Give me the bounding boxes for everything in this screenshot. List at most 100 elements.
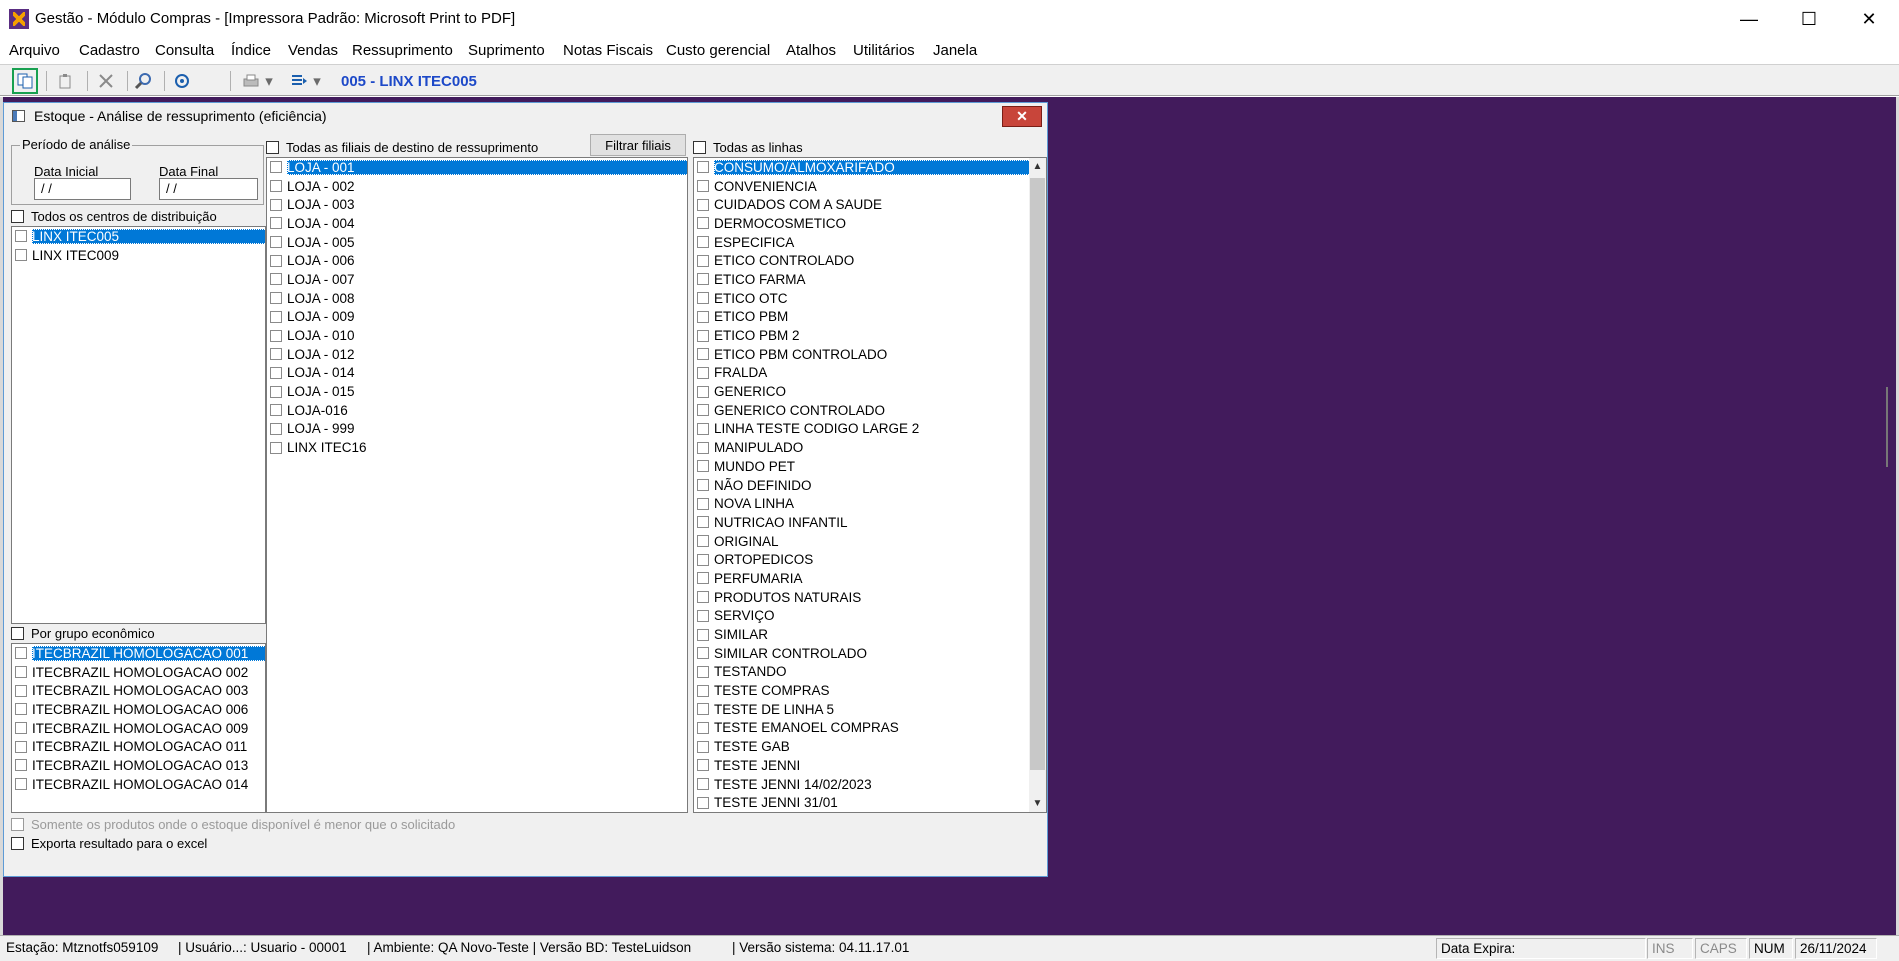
todos-centros-check[interactable]	[11, 210, 24, 223]
list-item[interactable]: SIMILAR CONTROLADO	[694, 644, 1029, 663]
scroll-down-icon[interactable]: ▼	[1029, 795, 1046, 812]
list-item[interactable]: ORIGINAL	[694, 532, 1029, 551]
list-item[interactable]: MUNDO PET	[694, 457, 1029, 476]
list-item[interactable]: LOJA - 006	[267, 251, 687, 270]
menu-cadastro[interactable]: Cadastro	[79, 42, 140, 59]
menu-ressuprimento[interactable]: Ressuprimento	[352, 42, 453, 59]
search-icon[interactable]	[130, 68, 156, 94]
exporta-excel-checkbox[interactable]: Exporta resultado para o excel	[11, 836, 207, 851]
list-item[interactable]: TESTANDO	[694, 663, 1029, 682]
delete-icon[interactable]	[93, 68, 119, 94]
list-item[interactable]: LOJA - 002	[267, 177, 687, 196]
list-item[interactable]: CONSUMO/ALMOXARIFADO	[694, 158, 1046, 177]
printer-icon[interactable]	[238, 68, 264, 94]
list-item[interactable]: LINX ITEC009	[12, 246, 265, 265]
list-item[interactable]: DERMOCOSMETICO	[694, 214, 1029, 233]
list-item[interactable]: ITECBRAZIL HOMOLOGACAO 009	[12, 719, 265, 738]
exporta-excel-check[interactable]	[11, 837, 24, 850]
list-item[interactable]: ETICO OTC	[694, 289, 1029, 308]
list-item[interactable]: TESTE JENNI 31/01	[694, 793, 1029, 812]
list-item[interactable]: CONVENIENCIA	[694, 177, 1029, 196]
list-item[interactable]: LOJA - 005	[267, 233, 687, 252]
list-item[interactable]: LINHA TESTE CODIGO LARGE 2	[694, 420, 1029, 439]
list-item[interactable]: TESTE JENNI	[694, 756, 1029, 775]
todas-linhas-checkbox[interactable]: Todas as linhas	[693, 140, 803, 155]
list-item[interactable]: ITECBRAZIL HOMOLOGACAO 001	[12, 644, 265, 663]
list-item[interactable]: LOJA - 008	[267, 289, 687, 308]
close-button[interactable]: ✕	[1840, 0, 1898, 38]
menu-utilitarios[interactable]: Utilitários	[853, 42, 915, 59]
list-item[interactable]: LINX ITEC005	[12, 227, 265, 246]
list-item[interactable]: PERFUMARIA	[694, 569, 1029, 588]
list-item[interactable]: CUIDADOS COM A SAUDE	[694, 195, 1029, 214]
list-item[interactable]: NOVA LINHA	[694, 494, 1029, 513]
list-item[interactable]: ETICO PBM 2	[694, 326, 1029, 345]
menu-custo-gerencial[interactable]: Custo gerencial	[666, 42, 770, 59]
list-item[interactable]: GENERICO CONTROLADO	[694, 401, 1029, 420]
list-item[interactable]: ITECBRAZIL HOMOLOGACAO 002	[12, 663, 265, 682]
list-item[interactable]: LOJA - 012	[267, 345, 687, 364]
list-item[interactable]: FRALDA	[694, 364, 1029, 383]
todos-centros-checkbox[interactable]: Todos os centros de distribuição	[11, 209, 217, 224]
menu-janela[interactable]: Janela	[933, 42, 977, 59]
minimize-button[interactable]: —	[1720, 0, 1778, 38]
list-item[interactable]: LOJA - 003	[267, 195, 687, 214]
linhas-scrollbar[interactable]: ▲ ▼	[1029, 158, 1046, 812]
list-item[interactable]: ETICO PBM	[694, 308, 1029, 327]
resize-handle[interactable]	[1886, 387, 1892, 467]
list-item[interactable]: ETICO PBM CONTROLADO	[694, 345, 1029, 364]
power-icon[interactable]	[169, 68, 195, 94]
list-item[interactable]: LOJA-016	[267, 401, 687, 420]
list-item[interactable]: LOJA - 999	[267, 420, 687, 439]
menu-suprimento[interactable]: Suprimento	[468, 42, 545, 59]
scroll-thumb[interactable]	[1030, 178, 1045, 770]
list-item[interactable]: ETICO CONTROLADO	[694, 251, 1029, 270]
todas-linhas-check[interactable]	[693, 141, 706, 154]
list-item[interactable]: TESTE JENNI 14/02/2023	[694, 775, 1029, 794]
paste-icon[interactable]	[53, 68, 79, 94]
data-final-input[interactable]: / /	[159, 178, 258, 200]
list-item[interactable]: LOJA - 015	[267, 382, 687, 401]
todas-filiais-checkbox[interactable]: Todas as filiais de destino de ressuprim…	[266, 140, 538, 155]
list-item[interactable]: TESTE EMANOEL COMPRAS	[694, 719, 1029, 738]
filtrar-filiais-button[interactable]: Filtrar filiais	[590, 134, 686, 156]
child-close-button[interactable]: ✕	[1002, 106, 1042, 127]
list-item[interactable]: TESTE GAB	[694, 737, 1029, 756]
grupo-economico-check[interactable]	[11, 627, 24, 640]
list-item[interactable]: LOJA - 009	[267, 308, 687, 327]
list-item[interactable]: LOJA - 004	[267, 214, 687, 233]
data-inicial-input[interactable]: / /	[34, 178, 131, 200]
list-item[interactable]: ITECBRAZIL HOMOLOGACAO 011	[12, 737, 265, 756]
list-item[interactable]: NÃO DEFINIDO	[694, 476, 1029, 495]
menu-consulta[interactable]: Consulta	[155, 42, 214, 59]
list-item[interactable]: TESTE COMPRAS	[694, 681, 1029, 700]
list-item[interactable]: ITECBRAZIL HOMOLOGACAO 003	[12, 681, 265, 700]
list-item[interactable]: LOJA - 001	[267, 158, 687, 177]
list-item[interactable]: ITECBRAZIL HOMOLOGACAO 013	[12, 756, 265, 775]
list-item[interactable]: LOJA - 007	[267, 270, 687, 289]
scroll-up-icon[interactable]: ▲	[1029, 158, 1046, 175]
list-item[interactable]: ITECBRAZIL HOMOLOGACAO 006	[12, 700, 265, 719]
list-item[interactable]: ESPECIFICA	[694, 233, 1029, 252]
list-item[interactable]: ITECBRAZIL HOMOLOGACAO 014	[12, 775, 265, 794]
menu-atalhos[interactable]: Atalhos	[786, 42, 836, 59]
menu-notas-fiscais[interactable]: Notas Fiscais	[563, 42, 653, 59]
menu-indice[interactable]: Índice	[231, 42, 271, 59]
printer-dropdown-icon[interactable]: ▾	[262, 68, 276, 94]
list-item[interactable]: PRODUTOS NATURAIS	[694, 588, 1029, 607]
list-item[interactable]: TESTE DE LINHA 5	[694, 700, 1029, 719]
list-item[interactable]: LINX ITEC16	[267, 438, 687, 457]
export-icon[interactable]	[286, 68, 312, 94]
menu-arquivo[interactable]: Arquivo	[9, 42, 60, 59]
menu-vendas[interactable]: Vendas	[288, 42, 338, 59]
list-item[interactable]: NUTRICAO INFANTIL	[694, 513, 1029, 532]
list-item[interactable]: ETICO FARMA	[694, 270, 1029, 289]
list-item[interactable]: GENERICO	[694, 382, 1029, 401]
grupo-economico-checkbox[interactable]: Por grupo econômico	[11, 626, 155, 641]
list-item[interactable]: LOJA - 014	[267, 364, 687, 383]
list-item[interactable]: SIMILAR	[694, 625, 1029, 644]
export-dropdown-icon[interactable]: ▾	[310, 68, 324, 94]
maximize-button[interactable]: ☐	[1780, 0, 1838, 38]
list-item[interactable]: MANIPULADO	[694, 438, 1029, 457]
list-item[interactable]: ORTOPEDICOS	[694, 550, 1029, 569]
